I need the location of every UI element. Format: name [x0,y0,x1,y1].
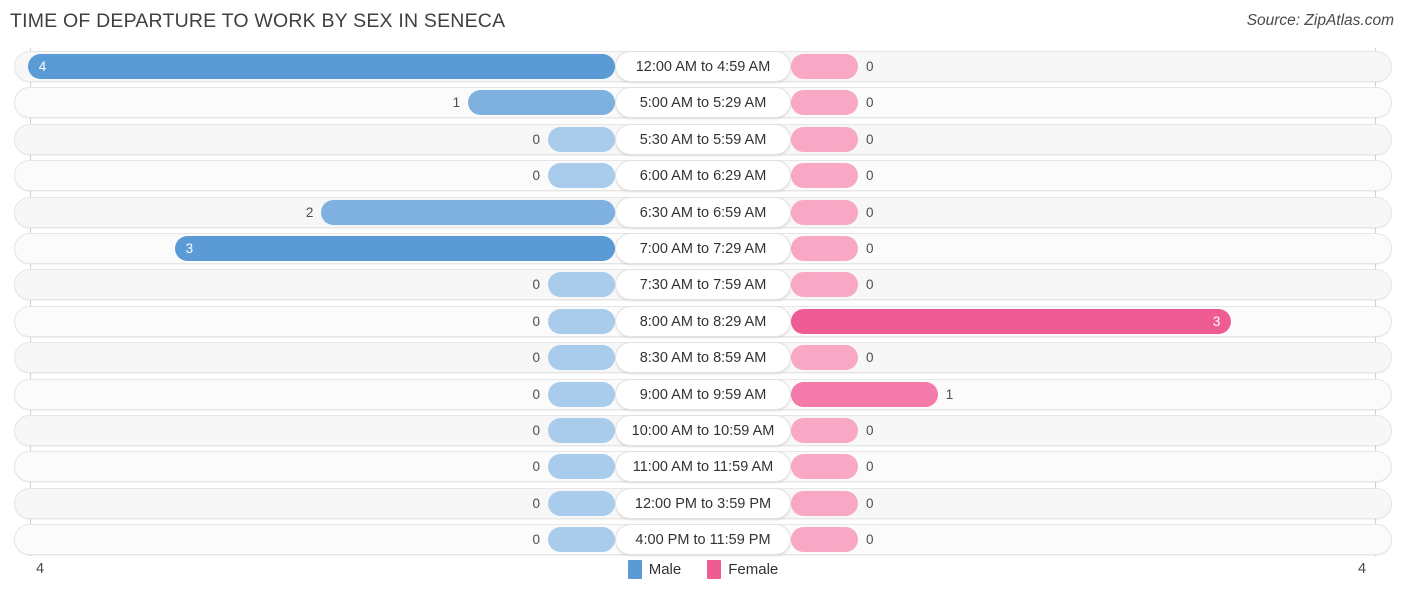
chart-footer: 4 4 Male Female [0,556,1406,595]
bar-male[interactable] [174,236,615,261]
table-row[interactable]: 0 0 6:00 AM to 6:29 AM [0,160,1406,192]
bar-value-female: 0 [866,350,874,366]
bar-value-male: 0 [532,532,540,548]
category-label: 12:00 PM to 3:59 PM [615,487,791,519]
category-label: 12:00 AM to 4:59 AM [615,51,791,82]
table-row[interactable]: 0 0 5:30 AM to 5:59 AM [0,123,1406,155]
legend-label: Female [728,561,779,578]
bar-value-female: 0 [866,204,874,220]
bar-value-male: 0 [532,313,540,329]
table-row[interactable]: 0 0 7:30 AM to 7:59 AM [0,269,1406,301]
bar-female[interactable] [791,345,858,371]
bar-female[interactable] [791,308,1232,334]
category-label: 7:00 AM to 7:29 AM [615,233,791,264]
bar-male[interactable] [548,163,615,189]
table-row[interactable]: 0 3 8:00 AM to 8:29 AM [0,305,1406,337]
bar-value-female: 0 [866,168,874,184]
table-row[interactable]: 0 1 9:00 AM to 9:59 AM [0,378,1406,410]
bar-male[interactable] [468,90,615,116]
bar-female[interactable] [791,199,858,225]
table-row[interactable]: 0 0 11:00 AM to 11:59 AM [0,451,1406,483]
legend-label: Male [648,561,682,578]
bar-value-female: 0 [866,131,874,147]
category-label: 7:30 AM to 7:59 AM [615,269,791,301]
legend-item-male[interactable]: Male [627,560,682,579]
bar-value-female: 0 [866,95,874,111]
bar-female[interactable] [791,163,858,189]
category-label: 9:00 AM to 9:59 AM [615,378,791,410]
bar-value-male: 4 [38,59,47,74]
bar-male[interactable] [548,272,615,298]
table-row[interactable]: 0 0 4:00 PM to 11:59 PM [0,524,1406,556]
bar-male[interactable] [548,418,615,443]
chart-plot-area: 4 0 12:00 AM to 4:59 AM 1 0 5:00 AM to 5:29 A… [0,48,1406,556]
bar-female[interactable] [791,272,858,298]
category-label: 4:00 PM to 11:59 PM [615,524,791,556]
chart-header: TIME OF DEPARTURE TO WORK BY SEX IN SENE… [0,0,1406,44]
bar-value-female: 3 [1212,313,1221,329]
category-label: 6:30 AM to 6:59 AM [615,196,791,228]
table-row[interactable]: 0 0 8:30 AM to 8:59 AM [0,342,1406,374]
legend-item-female[interactable]: Female [707,560,778,579]
legend-swatch-icon [627,560,642,579]
bar-male[interactable] [548,381,615,407]
chart-legend: Male Female [0,560,1406,579]
bar-male[interactable] [321,199,615,225]
bar-value-male: 0 [532,495,540,511]
bar-male[interactable] [548,126,615,152]
bar-value-male: 3 [185,241,194,256]
bar-value-female: 0 [866,59,874,74]
bar-female[interactable] [791,418,858,443]
bar-female[interactable] [791,527,858,553]
bar-male[interactable] [548,308,615,334]
bar-female[interactable] [791,454,858,480]
table-row[interactable]: 3 0 7:00 AM to 7:29 AM [0,233,1406,264]
bar-value-male: 0 [532,350,540,366]
bar-value-male: 0 [532,131,540,147]
bar-value-female: 0 [866,423,874,438]
category-label: 6:00 AM to 6:29 AM [615,160,791,192]
table-row[interactable]: 4 0 12:00 AM to 4:59 AM [0,51,1406,82]
bar-value-male: 0 [532,168,540,184]
bar-value-female: 0 [866,459,874,475]
bar-male[interactable] [548,527,615,553]
table-row[interactable]: 1 0 5:00 AM to 5:29 AM [0,87,1406,119]
category-label: 8:30 AM to 8:59 AM [615,342,791,374]
bar-value-female: 0 [866,532,874,548]
category-label: 10:00 AM to 10:59 AM [615,415,791,446]
bar-male[interactable] [548,345,615,371]
bar-female[interactable] [791,490,858,516]
bar-value-female: 0 [866,277,874,293]
category-label: 5:00 AM to 5:29 AM [615,87,791,119]
bar-value-female: 0 [866,495,874,511]
bar-value-male: 2 [305,204,314,220]
bar-value-male: 0 [532,386,540,402]
legend-swatch-icon [707,560,722,579]
table-row[interactable]: 0 0 12:00 PM to 3:59 PM [0,487,1406,519]
category-label: 5:30 AM to 5:59 AM [615,123,791,155]
bar-value-female: 1 [945,386,954,402]
table-row[interactable]: 0 0 10:00 AM to 10:59 AM [0,415,1406,446]
source-attribution: Source: ZipAtlas.com [1246,12,1394,29]
bar-female[interactable] [791,236,858,261]
category-label: 11:00 AM to 11:59 AM [615,451,791,483]
bar-male[interactable] [548,454,615,480]
bar-value-male: 0 [532,277,540,293]
bar-value-male: 0 [532,423,540,438]
table-row[interactable]: 2 0 6:30 AM to 6:59 AM [0,196,1406,228]
bar-male[interactable] [548,490,615,516]
bar-female[interactable] [791,90,858,116]
bar-female[interactable] [791,126,858,152]
bar-female[interactable] [791,54,858,79]
bar-value-female: 0 [866,241,874,256]
page-title: TIME OF DEPARTURE TO WORK BY SEX IN SENE… [10,10,506,32]
bar-value-male: 1 [452,95,461,111]
category-label: 8:00 AM to 8:29 AM [615,305,791,337]
bar-male[interactable] [27,54,615,79]
bar-female[interactable] [791,381,938,407]
bar-value-male: 0 [532,459,540,475]
